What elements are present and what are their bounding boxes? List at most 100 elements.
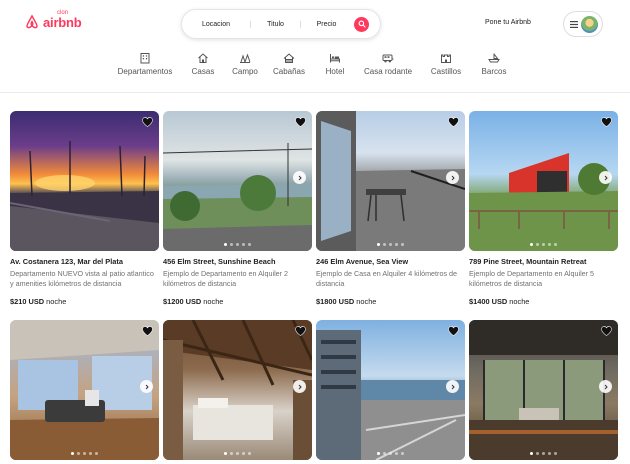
user-menu-button[interactable] — [563, 11, 603, 37]
listing-photo-scene — [163, 320, 312, 460]
category-barcos[interactable]: Barcos — [472, 52, 516, 76]
listing-card[interactable]: 456 Elm Street, Sunshine Beach Ejemplo d… — [163, 111, 312, 306]
listing-card[interactable] — [10, 320, 159, 460]
heart-icon[interactable] — [601, 117, 612, 127]
logo-superscript: clon — [57, 10, 69, 16]
heart-icon[interactable] — [295, 117, 306, 127]
listing-photo-scene — [10, 141, 159, 251]
listing-description: Ejemplo de Departamento en Alquiler 5 ki… — [469, 269, 595, 288]
listing-title: Av. Costanera 123, Mar del Plata — [10, 257, 123, 266]
price-amount: $210 USD — [10, 297, 45, 306]
boat-icon — [488, 53, 500, 63]
search-bar[interactable]: Locacion Titulo Precio — [181, 9, 381, 39]
price-unit: noche — [46, 297, 67, 306]
heart-icon[interactable] — [142, 117, 153, 127]
search-button[interactable] — [354, 16, 369, 32]
search-title[interactable]: Titulo — [250, 20, 300, 28]
listing-price: $210 USD noche — [10, 297, 159, 306]
category-cabanas[interactable]: Cabañas — [264, 52, 314, 76]
next-photo-button[interactable] — [293, 380, 306, 393]
next-photo-button[interactable] — [293, 171, 306, 184]
photo-dots — [316, 243, 465, 246]
listing-price: $1400 USD noche — [469, 297, 618, 306]
listing-title: 789 Pine Street, Mountain Retreat — [469, 257, 587, 266]
search-price[interactable]: Precio — [300, 20, 352, 28]
photo-dots — [163, 243, 312, 246]
listing-photo[interactable] — [469, 320, 618, 460]
listing-photo[interactable] — [316, 320, 465, 460]
listing-description: Departamento NUEVO vista al patio atlant… — [10, 269, 154, 288]
photo-dots — [10, 452, 159, 455]
category-label: Departamentos — [117, 67, 173, 76]
price-amount: $1800 USD — [316, 297, 355, 306]
category-label: Hotel — [325, 67, 345, 76]
category-label: Barcos — [481, 67, 507, 76]
airbnb-logo[interactable]: airbnb clon — [24, 10, 82, 30]
listing-description: Ejemplo de Departamento en Alquiler 2 ki… — [163, 269, 289, 288]
chevron-right-icon — [451, 175, 455, 180]
chevron-right-icon — [298, 384, 302, 389]
photo-dots — [469, 452, 618, 455]
chevron-right-icon — [451, 384, 455, 389]
category-hotel[interactable]: Hotel — [314, 52, 356, 76]
next-photo-button[interactable] — [140, 380, 153, 393]
airbnb-logo-icon — [26, 14, 38, 29]
category-label: Campo — [232, 67, 258, 76]
chevron-right-icon — [145, 384, 149, 389]
next-photo-button[interactable] — [599, 171, 612, 184]
heart-icon[interactable] — [295, 326, 306, 336]
heart-icon[interactable] — [601, 326, 612, 336]
category-castillos[interactable]: Castillos — [420, 52, 472, 76]
building-icon — [140, 53, 150, 64]
category-casa-rodante[interactable]: Casa rodante — [356, 52, 420, 76]
chevron-right-icon — [604, 384, 608, 389]
search-location[interactable]: Locacion — [182, 21, 250, 28]
heart-icon[interactable] — [142, 326, 153, 336]
listing-card[interactable]: 246 Elm Avenue, Sea View Ejemplo de Casa… — [316, 111, 465, 306]
category-campo[interactable]: Campo — [226, 52, 264, 76]
host-link[interactable]: Pone tu Airbnb — [485, 19, 531, 26]
countryside-icon — [240, 53, 251, 63]
listing-photo[interactable] — [10, 111, 159, 251]
camper-icon — [382, 54, 394, 63]
category-label: Casas — [191, 67, 215, 76]
heart-icon[interactable] — [448, 326, 459, 336]
listing-photo[interactable] — [316, 111, 465, 251]
listing-photo[interactable] — [163, 320, 312, 460]
cabin-icon — [283, 53, 295, 63]
listing-photo[interactable] — [163, 111, 312, 251]
listing-description: Ejemplo de Casa en Alquiler 4 kilómetros… — [316, 269, 458, 288]
hamburger-icon — [570, 20, 578, 28]
listing-photo[interactable] — [10, 320, 159, 460]
price-unit: noche — [509, 297, 530, 306]
listing-card[interactable] — [469, 320, 618, 460]
listing-photo[interactable] — [469, 111, 618, 251]
listing-card[interactable]: Av. Costanera 123, Mar del Plata Departa… — [10, 111, 159, 306]
listing-price: $1800 USD noche — [316, 297, 465, 306]
photo-dots — [316, 452, 465, 455]
category-label: Cabañas — [272, 67, 306, 76]
listing-photo-scene — [316, 111, 465, 251]
listing-card[interactable] — [316, 320, 465, 460]
next-photo-button[interactable] — [446, 380, 459, 393]
listing-title: 456 Elm Street, Sunshine Beach — [163, 257, 276, 266]
category-bar: Departamentos Casas Campo Cabañas Hotel … — [110, 52, 516, 76]
listing-price: $1200 USD noche — [163, 297, 312, 306]
next-photo-button[interactable] — [599, 380, 612, 393]
hotel-icon — [330, 54, 340, 63]
heart-icon[interactable] — [448, 117, 459, 127]
price-amount: $1400 USD — [469, 297, 508, 306]
category-departamentos[interactable]: Departamentos — [110, 52, 180, 76]
next-photo-button[interactable] — [446, 171, 459, 184]
price-unit: noche — [356, 297, 377, 306]
category-casas[interactable]: Casas — [180, 52, 226, 76]
listing-card[interactable]: 789 Pine Street, Mountain Retreat Ejempl… — [469, 111, 618, 306]
chevron-right-icon — [604, 175, 608, 180]
listing-photo-scene — [163, 143, 312, 251]
photo-dots — [469, 243, 618, 246]
search-icon — [358, 20, 366, 28]
category-label: Casa rodante — [363, 67, 413, 76]
listing-card[interactable] — [163, 320, 312, 460]
header-divider — [0, 92, 630, 93]
photo-dots — [163, 452, 312, 455]
